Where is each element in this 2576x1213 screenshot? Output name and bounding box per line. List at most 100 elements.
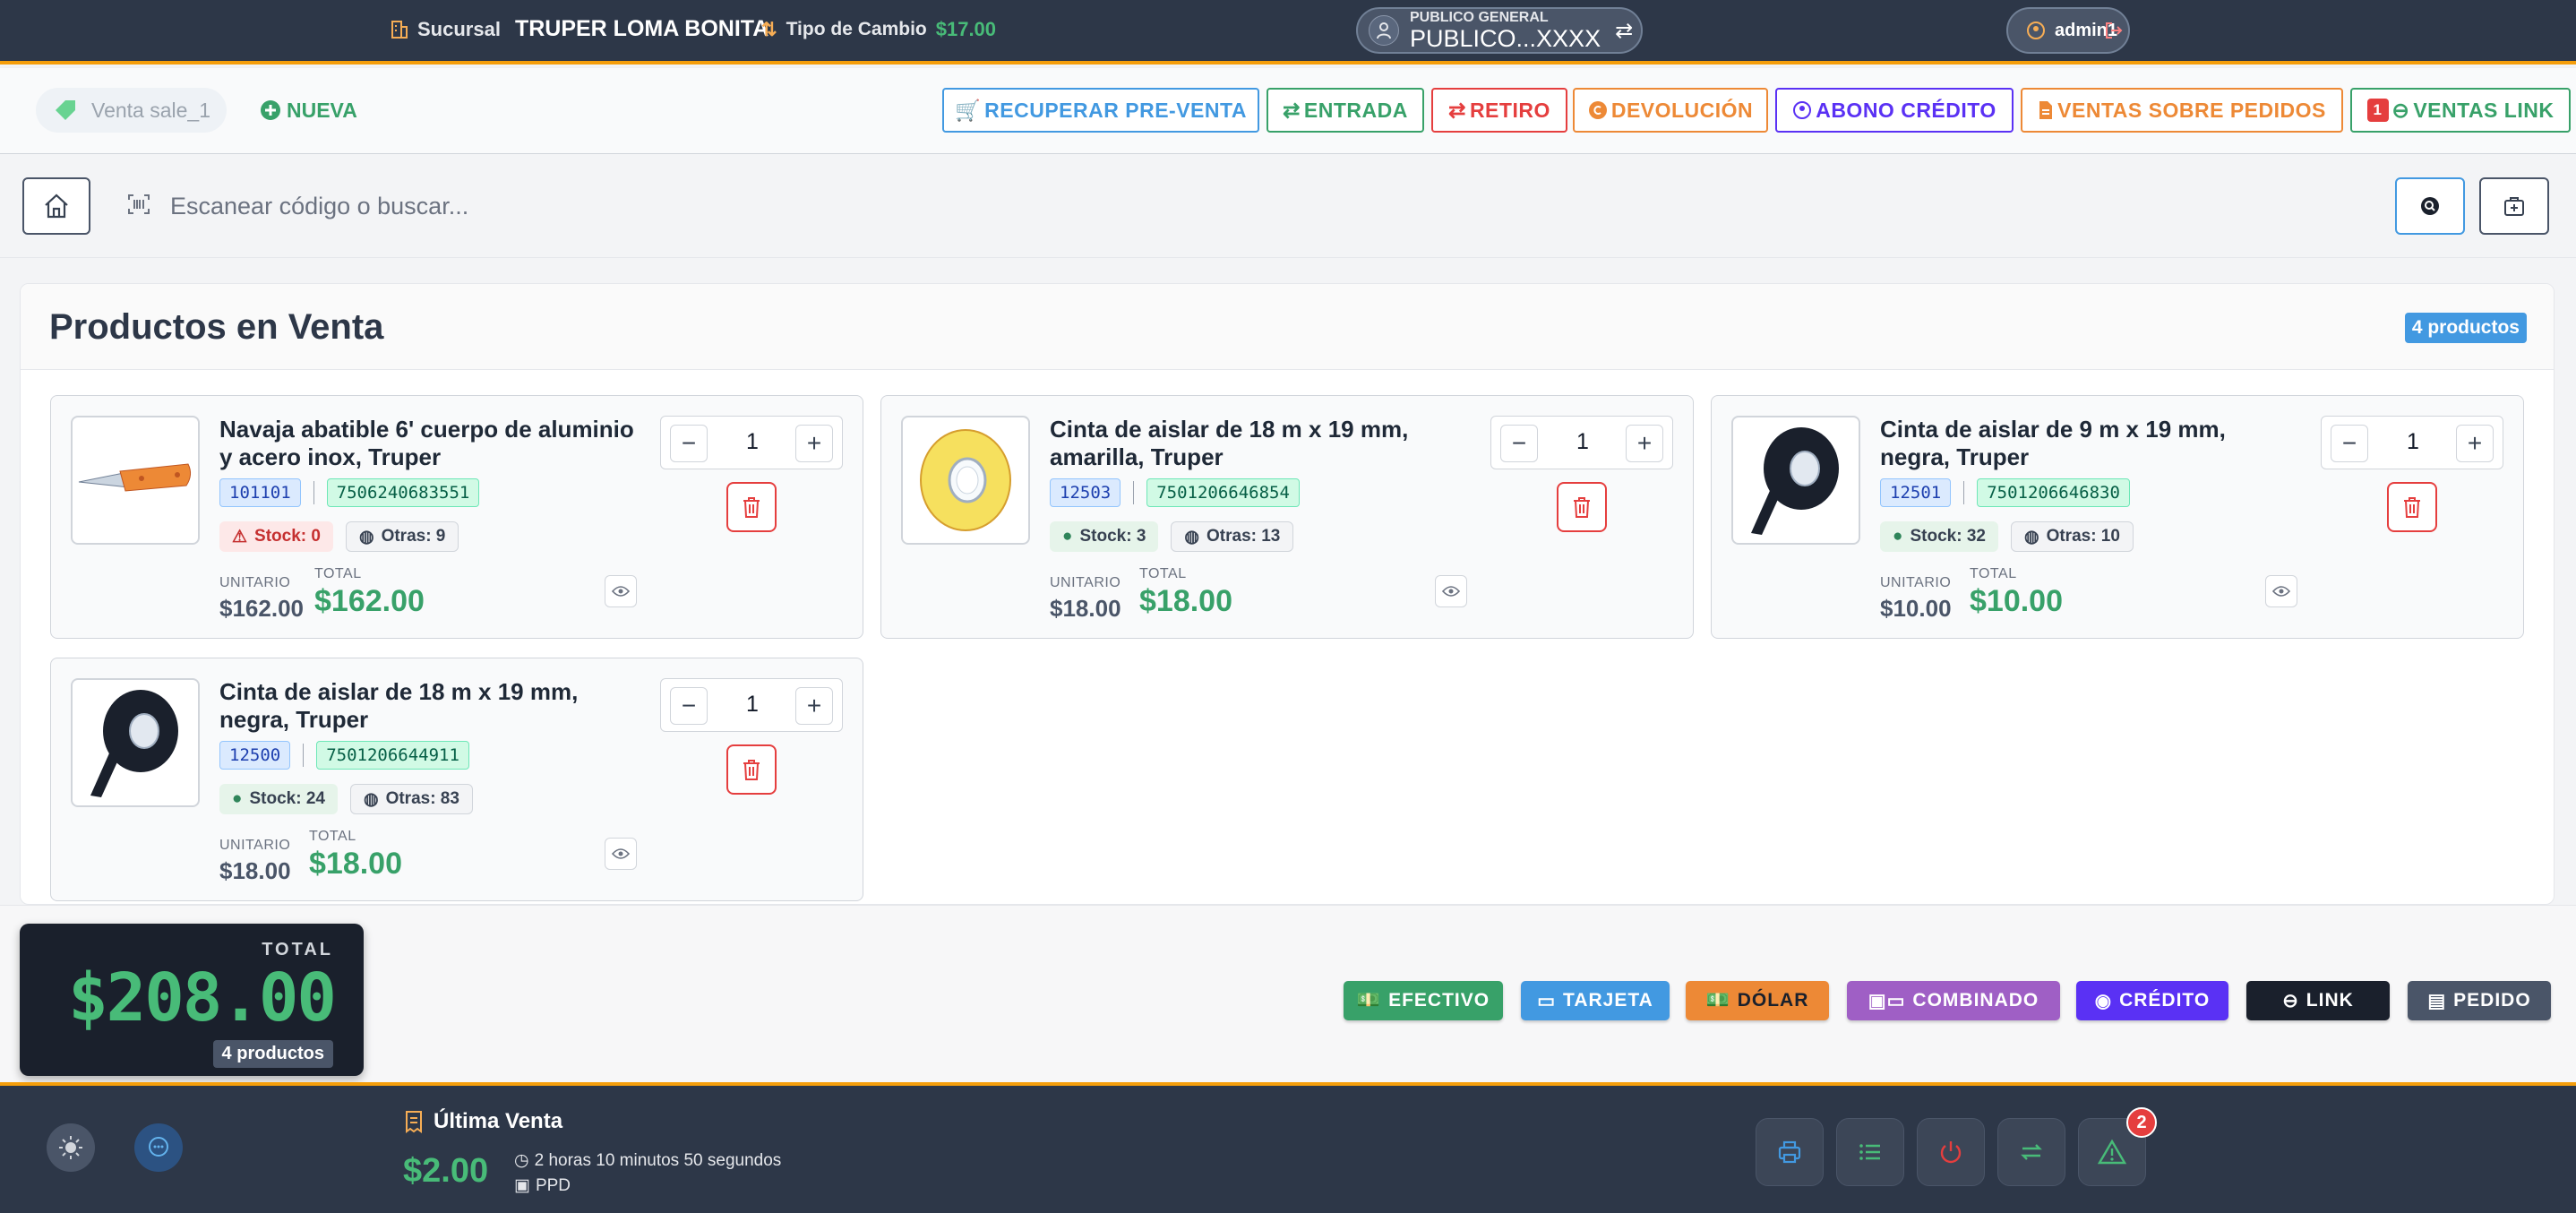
other-stores-text: Otras: 10 [2046, 527, 2120, 546]
remove-product-button[interactable] [726, 482, 777, 532]
alerts-badge: 2 [2126, 1107, 2157, 1138]
last-sale-amount: $2.00 [403, 1152, 489, 1190]
cash-icon: ▣ [514, 1176, 530, 1195]
line-total: $162.00 [314, 584, 425, 618]
product-image [901, 416, 1030, 545]
quantity-value[interactable]: 1 [718, 692, 786, 718]
other-stores-text: Otras: 9 [381, 527, 446, 546]
logout-button[interactable] [2096, 7, 2132, 54]
increment-button[interactable]: + [2456, 425, 2494, 462]
decrement-button[interactable]: − [2331, 425, 2368, 462]
sales-list-button[interactable] [1836, 1118, 1904, 1186]
product-image [71, 678, 200, 807]
increment-button[interactable]: + [795, 687, 833, 725]
remove-product-button[interactable] [2387, 482, 2437, 532]
product-name: Cinta de aislar de 18 m x 19 mm, amarill… [1050, 416, 1409, 470]
swap-icon[interactable]: ⇄ [1615, 18, 1633, 44]
last-sale-title-text: Última Venta [434, 1109, 563, 1133]
eye-icon [612, 848, 630, 859]
divider [313, 481, 314, 504]
abono-credito-button[interactable]: ABONO CRÉDITO [1775, 88, 2014, 133]
tab-sale-1[interactable]: Venta sale_1 [36, 88, 228, 133]
view-details-button[interactable] [605, 575, 637, 607]
stock-badge: ● Stock: 3 [1050, 521, 1159, 552]
other-stores-badge[interactable]: ◍ Otras: 9 [345, 521, 459, 552]
total-label: TOTAL [314, 566, 362, 581]
pay-combined-button[interactable]: ▣▭ COMBINADO [1847, 981, 2060, 1020]
sync-button[interactable] [1997, 1118, 2065, 1186]
pay-credit-button[interactable]: ◉ CRÉDITO [2076, 981, 2228, 1020]
trash-icon [2404, 497, 2420, 518]
increment-button[interactable]: + [1626, 425, 1663, 462]
remove-product-button[interactable] [1557, 482, 1607, 532]
product-name: Navaja abatible 6' cuerpo de aluminio y … [219, 416, 634, 470]
ventas-sobre-pedidos-button[interactable]: VENTAS SOBRE PEDIDOS [2021, 88, 2343, 133]
quantity-value[interactable]: 1 [1549, 429, 1617, 455]
power-button[interactable] [1917, 1118, 1985, 1186]
pay-order-button[interactable]: ▤ PEDIDO [2408, 981, 2551, 1020]
document-icon: ▤ [2427, 990, 2447, 1011]
new-sale-button[interactable]: NUEVA [260, 88, 357, 133]
search-button[interactable] [2395, 177, 2465, 235]
view-details-button[interactable] [605, 838, 637, 870]
add-product-button[interactable] [2479, 177, 2549, 235]
entrada-button[interactable]: ⇄ ENTRADA [1267, 88, 1424, 133]
devolucion-button[interactable]: DEVOLUCIÓN [1573, 88, 1768, 133]
list-icon [1859, 1144, 1880, 1160]
pay-label: EFECTIVO [1388, 990, 1490, 1011]
exchange-icon: ⇅ [761, 19, 777, 40]
stock-text: Stock: 24 [249, 789, 325, 808]
stock-info: ● Stock: 24 ◍ Otras: 83 [219, 784, 473, 814]
print-button[interactable] [1756, 1118, 1824, 1186]
pay-label: CRÉDITO [2119, 990, 2211, 1011]
other-stores-badge[interactable]: ◍ Otras: 13 [1171, 521, 1294, 552]
quantity-value[interactable]: 1 [718, 429, 786, 455]
pay-card-button[interactable]: ▭ TARJETA [1521, 981, 1670, 1020]
product-codes: 101101 7506240683551 [219, 478, 480, 507]
client-selector[interactable]: PUBLICO GENERAL PUBLICO...XXXX ⇄ [1356, 7, 1643, 54]
view-details-button[interactable] [1435, 575, 1467, 607]
products-panel-header: Productos en Venta 4 productos [21, 284, 2554, 370]
search-input[interactable] [170, 181, 1469, 231]
home-button[interactable] [22, 177, 90, 235]
chat-button[interactable] [134, 1123, 183, 1172]
yellow-tape-image [920, 429, 1011, 531]
decrement-button[interactable]: − [670, 425, 708, 462]
trash-icon [1574, 497, 1590, 518]
recover-presale-button[interactable]: 🛒 RECUPERAR PRE-VENTA [942, 88, 1259, 133]
ticket-icon [56, 100, 75, 120]
increment-button[interactable]: + [795, 425, 833, 462]
quantity-value[interactable]: 1 [2379, 429, 2447, 455]
branch-label: Sucursal [417, 17, 501, 40]
remove-product-button[interactable] [726, 744, 777, 795]
product-barcode: 7506240683551 [326, 478, 480, 507]
pay-dollar-button[interactable]: 💵 DÓLAR [1686, 981, 1829, 1020]
decrement-button[interactable]: − [1500, 425, 1538, 462]
product-image [71, 416, 200, 545]
search-icon: ◍ [2023, 527, 2039, 546]
divider [1963, 481, 1965, 504]
search-bar [0, 154, 2576, 258]
product-sku: 12503 [1050, 478, 1121, 507]
product-name: Cinta de aislar de 18 m x 19 mm, negra, … [219, 678, 579, 733]
other-stores-badge[interactable]: ◍ Otras: 10 [2010, 521, 2134, 552]
power-icon [1940, 1141, 1962, 1164]
product-barcode: 7501206644911 [316, 741, 469, 770]
stock-text: Stock: 32 [1910, 527, 1986, 546]
other-stores-badge[interactable]: ◍ Otras: 83 [349, 784, 473, 814]
bag-plus-icon [2504, 197, 2524, 216]
product-barcode: 7501206646854 [1146, 478, 1300, 507]
theme-toggle-button[interactable] [47, 1123, 95, 1172]
document-icon [2039, 101, 2053, 119]
pay-cash-button[interactable]: 💵 EFECTIVO [1344, 981, 1503, 1020]
pay-link-button[interactable]: ⊖ LINK [2246, 981, 2390, 1020]
ventas-link-button[interactable]: 1 ⊖ VENTAS LINK [2350, 88, 2571, 133]
action-label: RECUPERAR PRE-VENTA [984, 98, 1247, 122]
other-stores-text: Otras: 83 [385, 789, 459, 808]
view-details-button[interactable] [2265, 575, 2297, 607]
retiro-button[interactable]: ⇄ RETIRO [1431, 88, 1567, 133]
exchange-rate-label: Tipo de Cambio [786, 19, 927, 39]
exchange-icon: ⇄ [1448, 98, 1466, 122]
search-icon [2421, 197, 2439, 215]
decrement-button[interactable]: − [670, 687, 708, 725]
